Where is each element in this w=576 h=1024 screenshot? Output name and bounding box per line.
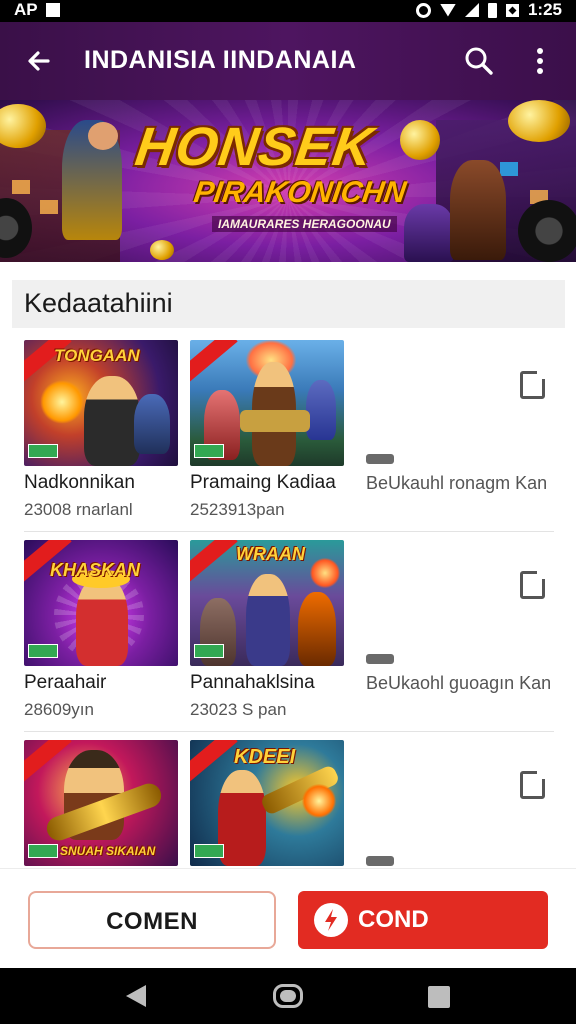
nav-home-icon[interactable] — [273, 984, 303, 1008]
thumbnail-logo: KHASKAN — [50, 560, 140, 580]
wifi-icon — [439, 3, 456, 17]
section-title: Kedaatahiini — [24, 288, 173, 318]
notification-icon — [45, 3, 60, 17]
row-description: BeUkauhl ronagm Kan — [366, 473, 548, 493]
more-vert-icon[interactable] — [526, 44, 554, 78]
list-row: KHASKAN Peraahair 28609yın WRAAN Pannaha… — [0, 540, 576, 732]
thumbnail-logo: SNUAH SIKAIAN — [60, 844, 156, 858]
banner-title: HONSEK — [131, 117, 378, 177]
game-thumbnail[interactable]: KDEEI — [190, 740, 344, 866]
promo-banner[interactable]: HONSEK PIRAKONICHN IAMAURARES HERAGOONAU — [0, 100, 576, 262]
bottom-action-bar: COMEN COND — [0, 868, 576, 968]
bookmark-checkbox[interactable] — [520, 771, 545, 799]
flame-icon — [314, 903, 348, 937]
thumbnail-logo: TONGAAN — [54, 346, 140, 365]
system-nav-bar — [0, 968, 576, 1024]
game-thumbnail[interactable] — [190, 340, 344, 466]
bookmark-checkbox[interactable] — [520, 371, 545, 399]
game-name[interactable]: Pannahaklsina — [190, 672, 315, 694]
list-row: SNUAH SIKAIAN KDEEI — [0, 740, 576, 868]
game-name[interactable]: Nadkonnikan — [24, 472, 135, 494]
game-name[interactable]: Pramaing Kadiaa — [190, 472, 336, 494]
game-subtext: 28609yın — [24, 700, 94, 719]
banner-tagline: IAMAURARES HERAGOONAU — [212, 216, 397, 232]
status-left-text: AP — [14, 0, 38, 19]
status-time: 1:25 — [527, 0, 562, 19]
search-icon[interactable] — [462, 44, 496, 78]
thumbnail-logo: KDEEI — [234, 746, 296, 768]
game-thumbnail[interactable]: TONGAAN — [24, 340, 178, 466]
section-header: Kedaatahiini — [12, 280, 565, 328]
signal-icon — [464, 3, 479, 17]
list-row: TONGAAN Nadkonnikan 23008 rnarlanl Prama… — [0, 340, 576, 532]
status-bar: AP 1:25 — [0, 0, 576, 22]
row-description: BeUkaohl guoagın Kan — [366, 673, 552, 693]
dash-icon — [366, 654, 394, 664]
thumbnail-logo: WRAAN — [236, 544, 305, 564]
sim-icon — [505, 3, 519, 17]
game-name[interactable]: Peraahair — [24, 672, 106, 694]
back-arrow-icon[interactable] — [22, 44, 56, 78]
cond-button[interactable]: COND — [298, 891, 548, 949]
battery-icon — [487, 2, 497, 18]
dash-icon — [366, 856, 394, 866]
game-subtext: 23023 S pan — [190, 700, 287, 719]
bookmark-checkbox[interactable] — [520, 571, 545, 599]
banner-subtitle: PIRAKONICHN — [191, 176, 409, 209]
page-title: INDANISIA IINDANAIA — [84, 46, 357, 74]
nav-back-icon[interactable] — [126, 985, 146, 1007]
cond-button-label: COND — [358, 906, 429, 933]
game-subtext: 23008 rnarlanl — [24, 500, 133, 519]
game-subtext: 2523913pan — [190, 500, 285, 519]
app-bar: INDANISIA IINDANAIA — [0, 22, 576, 100]
comment-button-label: COMEN — [106, 908, 198, 935]
game-thumbnail[interactable]: SNUAH SIKAIAN — [24, 740, 178, 866]
nav-recents-icon[interactable] — [428, 986, 450, 1008]
alarm-icon — [415, 2, 431, 18]
game-thumbnail[interactable]: WRAAN — [190, 540, 344, 666]
dash-icon — [366, 454, 394, 464]
comment-button[interactable]: COMEN — [28, 891, 276, 949]
game-thumbnail[interactable]: KHASKAN — [24, 540, 178, 666]
